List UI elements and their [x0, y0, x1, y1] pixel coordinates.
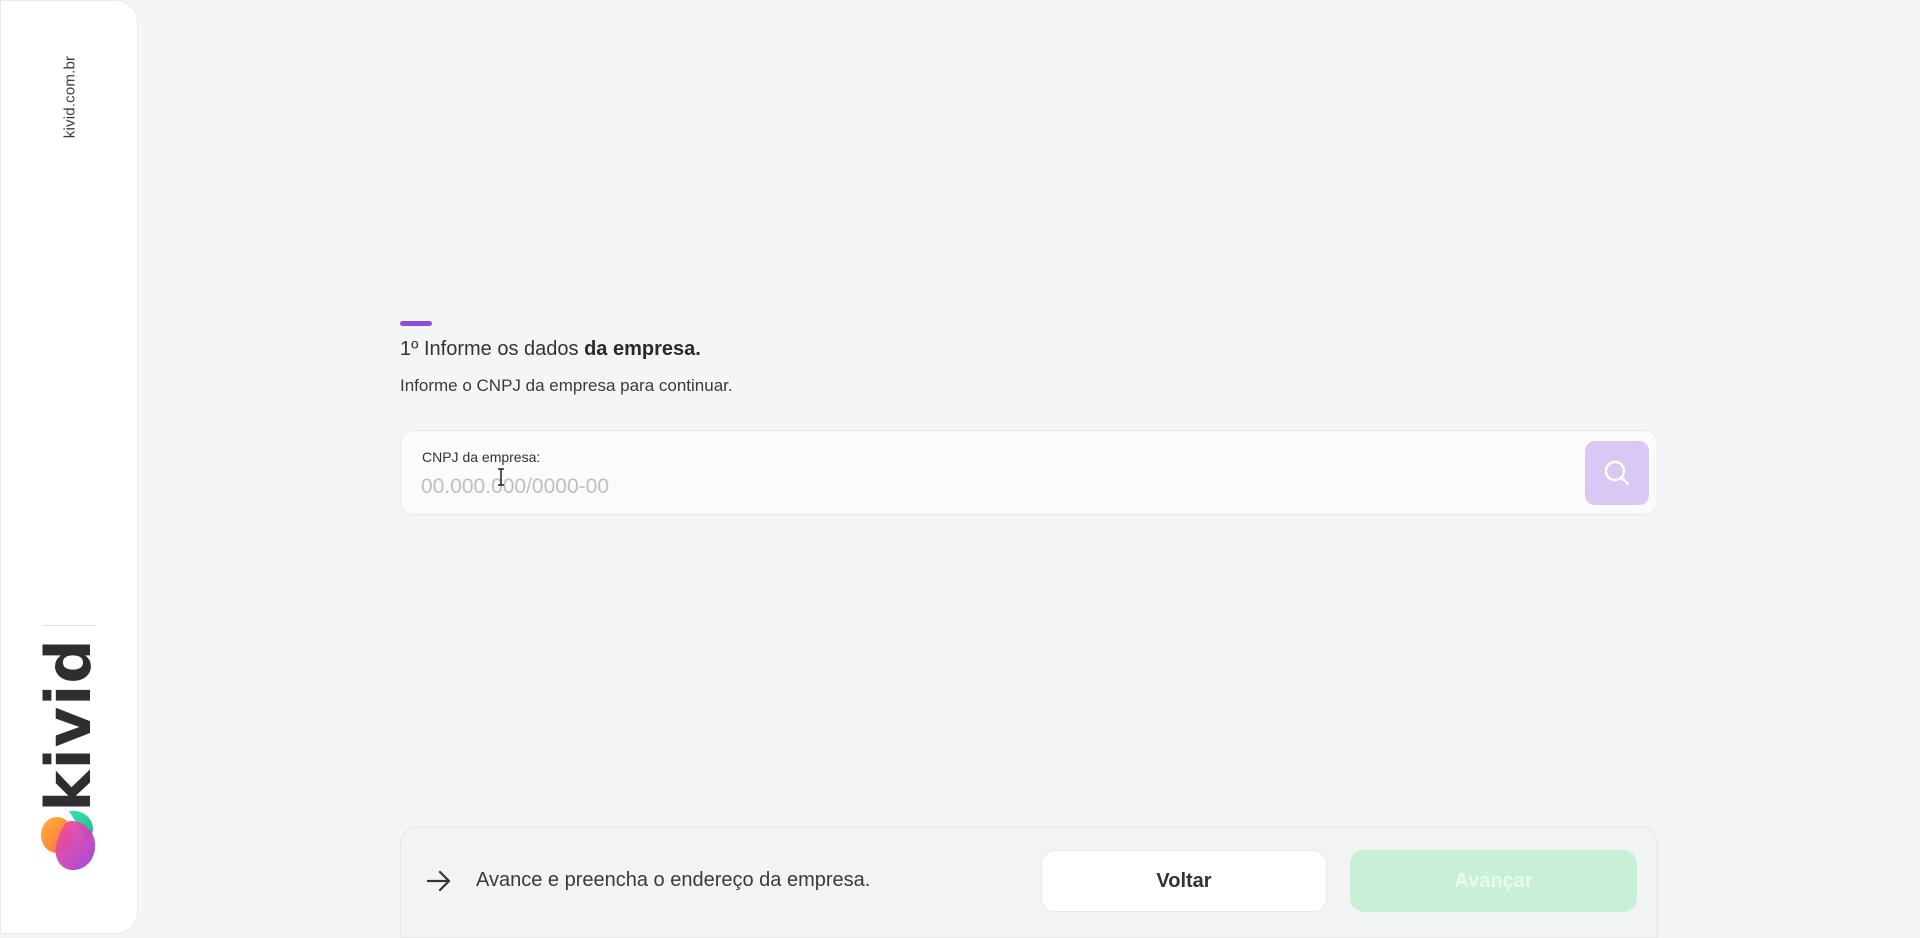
cnpj-field-label: CNPJ da empresa:	[422, 449, 541, 465]
site-url[interactable]: kivid.com.br	[62, 56, 79, 138]
brand-wordmark: kivid	[32, 638, 105, 812]
next-step-hint: Avance e preencha o endereço da empresa.	[476, 869, 871, 891]
text-cursor-icon	[498, 468, 504, 486]
search-icon	[1604, 460, 1630, 486]
sidebar-divider	[42, 625, 96, 626]
back-button[interactable]: Voltar	[1041, 850, 1327, 912]
search-button[interactable]	[1585, 441, 1649, 505]
next-button[interactable]: Avançar	[1350, 850, 1637, 912]
cnpj-input[interactable]	[421, 471, 1571, 503]
footer-action-bar: Avance e preencha o endereço da empresa.…	[400, 826, 1658, 938]
step-subtitle: Informe o CNPJ da empresa para continuar…	[400, 376, 733, 395]
arrow-right-icon	[426, 870, 451, 892]
cnpj-field-card: CNPJ da empresa:	[400, 430, 1658, 515]
step-title: 1º Informe os dados da empresa.	[400, 338, 701, 361]
step-title-bold: da empresa.	[584, 338, 701, 360]
kivid-logo-icon	[41, 810, 96, 871]
step-title-prefix: 1º Informe os dados	[400, 338, 585, 360]
sidebar: kivid.com.br kivid	[0, 0, 138, 934]
step-accent-bar	[400, 321, 432, 326]
